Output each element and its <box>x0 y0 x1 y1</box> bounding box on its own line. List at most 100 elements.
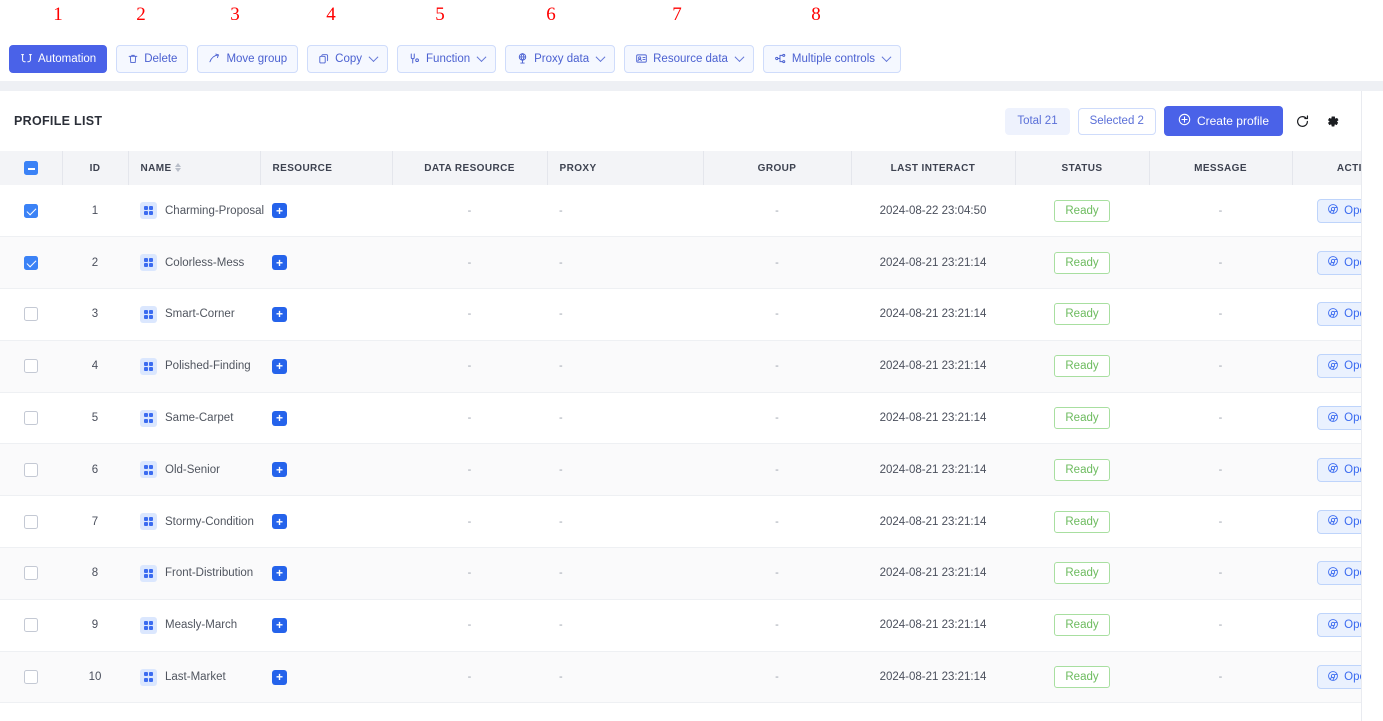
toolbar-button-automation[interactable]: Automation <box>9 45 107 73</box>
resource-add-icon[interactable]: + <box>272 670 287 685</box>
open-profile-button[interactable]: Open <box>1317 561 1362 585</box>
row-resource-cell[interactable]: + <box>260 651 392 703</box>
row-resource-cell[interactable]: + <box>260 599 392 651</box>
toolbar-button-multiple-controls[interactable]: Multiple controls <box>763 45 901 73</box>
row-checkbox-cell[interactable] <box>0 340 62 392</box>
row-checkbox[interactable] <box>24 307 38 321</box>
row-checkbox[interactable] <box>24 204 38 218</box>
toolbar-button-delete[interactable]: Delete <box>116 45 188 73</box>
row-name-cell[interactable]: Polished-Finding <box>128 340 260 392</box>
resource-add-icon[interactable]: + <box>272 307 287 322</box>
create-profile-button[interactable]: Create profile <box>1164 106 1283 136</box>
resource-add-icon[interactable]: + <box>272 462 287 477</box>
open-profile-button[interactable]: Open <box>1317 406 1362 430</box>
row-name-cell[interactable]: Same-Carpet <box>128 392 260 444</box>
row-name-cell[interactable]: Last-Market <box>128 651 260 703</box>
row-id-cell: 4 <box>62 340 128 392</box>
table-row[interactable]: 3Smart-Corner+---2024-08-21 23:21:14Read… <box>0 289 1362 341</box>
toolbar-button-move-group[interactable]: Move group <box>197 45 298 73</box>
row-group-cell: - <box>703 237 851 289</box>
table-row[interactable]: 8Front-Distribution+---2024-08-21 23:21:… <box>0 548 1362 600</box>
row-name-cell[interactable]: Front-Distribution <box>128 548 260 600</box>
total-count-badge[interactable]: Total 21 <box>1005 108 1069 135</box>
browser-icon <box>1327 566 1339 581</box>
row-name-cell[interactable]: Stormy-Condition <box>128 496 260 548</box>
row-checkbox-cell[interactable] <box>0 599 62 651</box>
gear-icon[interactable] <box>1321 110 1343 132</box>
open-profile-button[interactable]: Open <box>1317 510 1362 534</box>
open-profile-button[interactable]: Open <box>1317 458 1362 482</box>
open-profile-button[interactable]: Open <box>1317 665 1362 689</box>
toolbar-button-function[interactable]: Function <box>397 45 496 73</box>
row-resource-cell[interactable]: + <box>260 444 392 496</box>
table-row[interactable]: 6Old-Senior+---2024-08-21 23:21:14Ready-… <box>0 444 1362 496</box>
row-resource-cell[interactable]: + <box>260 496 392 548</box>
row-checkbox-cell[interactable] <box>0 548 62 600</box>
row-checkbox-cell[interactable] <box>0 237 62 289</box>
resource-add-icon[interactable]: + <box>272 359 287 374</box>
resource-add-icon[interactable]: + <box>272 255 287 270</box>
table-row[interactable]: 4Polished-Finding+---2024-08-21 23:21:14… <box>0 340 1362 392</box>
select-all-checkbox[interactable] <box>24 161 38 175</box>
row-checkbox-cell[interactable] <box>0 496 62 548</box>
table-row[interactable]: 2Colorless-Mess+---2024-08-21 23:21:14Re… <box>0 237 1362 289</box>
table-row[interactable]: 5Same-Carpet+---2024-08-21 23:21:14Ready… <box>0 392 1362 444</box>
profile-grid-icon <box>140 565 157 582</box>
sitemap-icon <box>774 52 787 65</box>
row-resource-cell[interactable]: + <box>260 548 392 600</box>
table-row[interactable]: 7Stormy-Condition+---2024-08-21 23:21:14… <box>0 496 1362 548</box>
toolbar-button-proxy-data[interactable]: Proxy data <box>505 45 615 73</box>
row-checkbox-cell[interactable] <box>0 289 62 341</box>
column-header-label: RESOURCE <box>273 163 333 174</box>
table-row[interactable]: 1Charming-Proposal+---2024-08-22 23:04:5… <box>0 185 1362 237</box>
row-resource-cell[interactable]: + <box>260 185 392 237</box>
row-checkbox[interactable] <box>24 670 38 684</box>
table-header: IDNAMERESOURCEDATA RESOURCEPROXYGROUPLAS… <box>0 151 1362 185</box>
row-checkbox[interactable] <box>24 256 38 270</box>
table-row[interactable]: 9Measly-March+---2024-08-21 23:21:14Read… <box>0 599 1362 651</box>
empty-value: - <box>1219 567 1223 579</box>
row-name-cell[interactable]: Old-Senior <box>128 444 260 496</box>
row-checkbox[interactable] <box>24 463 38 477</box>
row-resource-cell[interactable]: + <box>260 237 392 289</box>
selected-count-badge[interactable]: Selected 2 <box>1078 108 1156 135</box>
row-checkbox-cell[interactable] <box>0 444 62 496</box>
row-name-cell[interactable]: Smart-Corner <box>128 289 260 341</box>
table-body: 1Charming-Proposal+---2024-08-22 23:04:5… <box>0 185 1362 703</box>
row-checkbox[interactable] <box>24 566 38 580</box>
row-name-cell[interactable]: Colorless-Mess <box>128 237 260 289</box>
row-checkbox[interactable] <box>24 618 38 632</box>
select-all-checkbox-cell[interactable] <box>0 151 62 185</box>
open-profile-button[interactable]: Open <box>1317 251 1362 275</box>
row-checkbox[interactable] <box>24 359 38 373</box>
resource-add-icon[interactable]: + <box>272 203 287 218</box>
row-name-cell[interactable]: Measly-March <box>128 599 260 651</box>
row-resource-cell[interactable]: + <box>260 340 392 392</box>
resource-add-icon[interactable]: + <box>272 618 287 633</box>
row-group-cell: - <box>703 392 851 444</box>
refresh-icon[interactable] <box>1291 110 1313 132</box>
row-name-cell[interactable]: Charming-Proposal <box>128 185 260 237</box>
row-checkbox-cell[interactable] <box>0 185 62 237</box>
open-profile-button[interactable]: Open <box>1317 354 1362 378</box>
resource-add-icon[interactable]: + <box>272 566 287 581</box>
resource-add-icon[interactable]: + <box>272 514 287 529</box>
open-profile-button[interactable]: Open <box>1317 613 1362 637</box>
browser-icon <box>1327 255 1339 270</box>
row-checkbox[interactable] <box>24 411 38 425</box>
row-last-interact-cell: 2024-08-21 23:21:14 <box>851 237 1015 289</box>
open-profile-button[interactable]: Open <box>1317 302 1362 326</box>
sort-toggle-icon[interactable] <box>175 163 181 172</box>
row-resource-cell[interactable]: + <box>260 392 392 444</box>
row-id-cell: 9 <box>62 599 128 651</box>
row-resource-cell[interactable]: + <box>260 289 392 341</box>
table-row[interactable]: 10Last-Market+---2024-08-21 23:21:14Read… <box>0 651 1362 703</box>
open-profile-button[interactable]: Open <box>1317 199 1362 223</box>
row-checkbox-cell[interactable] <box>0 392 62 444</box>
toolbar-button-label: Function <box>426 53 470 65</box>
resource-add-icon[interactable]: + <box>272 411 287 426</box>
row-checkbox-cell[interactable] <box>0 651 62 703</box>
toolbar-button-resource-data[interactable]: Resource data <box>624 45 754 73</box>
row-checkbox[interactable] <box>24 515 38 529</box>
toolbar-button-copy[interactable]: Copy <box>307 45 388 73</box>
